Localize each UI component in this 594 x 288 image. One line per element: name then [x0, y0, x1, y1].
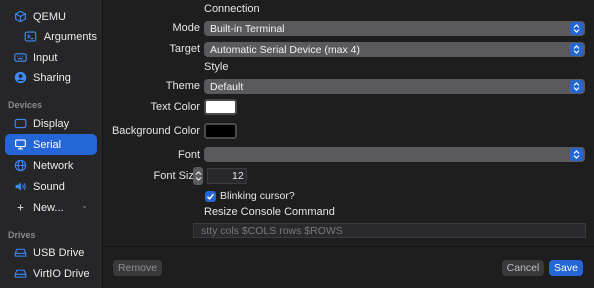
- display-icon: [12, 117, 28, 130]
- serial-settings-panel: Connection Mode Built-in Terminal Target…: [104, 0, 594, 288]
- sidebar-item-label: Sound: [33, 180, 65, 193]
- target-popup[interactable]: Automatic Serial Device (max 4): [204, 42, 585, 57]
- font-size-field[interactable]: 12: [207, 168, 247, 184]
- remove-button[interactable]: Remove: [113, 260, 162, 276]
- sidebar-item-sound[interactable]: Sound: [5, 176, 97, 197]
- sidebar: QEMU Arguments Input Sharing Devices Dis…: [0, 0, 103, 288]
- network-icon: [12, 159, 28, 172]
- text-color-well[interactable]: [204, 99, 237, 115]
- sidebar-item-label: VirtIO Drive: [33, 267, 90, 280]
- drives-section-header: Drives: [8, 230, 36, 240]
- blinking-cursor-checkbox[interactable]: [205, 191, 216, 202]
- sidebar-item-usb-drive[interactable]: USB Drive: [5, 242, 97, 263]
- mode-popup[interactable]: Built-in Terminal: [204, 21, 585, 36]
- chevron-down-icon: ⌄: [81, 201, 88, 210]
- theme-label: Theme: [165, 80, 200, 92]
- theme-popup[interactable]: Default: [204, 79, 585, 94]
- text-color-label: Text Color: [150, 101, 200, 113]
- sidebar-item-network[interactable]: Network: [5, 155, 97, 176]
- sidebar-item-label: QEMU: [33, 10, 66, 23]
- target-label: Target: [169, 43, 200, 55]
- theme-value: Default: [210, 80, 244, 93]
- person-circle-icon: [12, 71, 28, 84]
- mode-value: Built-in Terminal: [210, 22, 285, 35]
- chevron-updown-icon: [570, 22, 583, 35]
- sidebar-item-display[interactable]: Display: [5, 113, 97, 134]
- resize-command-placeholder: stty cols $COLS rows $ROWS: [201, 224, 343, 237]
- resize-console-header: Resize Console Command: [204, 206, 335, 218]
- footer-divider: [104, 246, 594, 247]
- sidebar-item-label: Input: [33, 51, 58, 64]
- desktop-icon: [12, 138, 28, 151]
- sidebar-item-qemu[interactable]: QEMU: [5, 6, 97, 27]
- sidebar-item-label: Display: [33, 117, 70, 130]
- sidebar-item-label: Network: [33, 159, 74, 172]
- background-color-label: Background Color: [111, 125, 200, 137]
- sidebar-item-virtio-drive[interactable]: VirtIO Drive: [5, 263, 97, 284]
- chevron-updown-icon: [570, 148, 583, 161]
- mode-label: Mode: [172, 22, 200, 34]
- target-value: Automatic Serial Device (max 4): [210, 43, 360, 56]
- sidebar-item-new-device[interactable]: New... ⌄: [5, 197, 97, 218]
- sidebar-item-input[interactable]: Input: [5, 47, 97, 68]
- cube-icon: [12, 10, 28, 23]
- sidebar-item-label: Arguments: [43, 30, 97, 43]
- sidebar-item-label: Serial: [33, 138, 62, 151]
- style-section-header: Style: [204, 61, 229, 73]
- sidebar-item-label: Sharing: [33, 71, 71, 84]
- font-label: Font: [177, 149, 200, 161]
- cancel-button[interactable]: Cancel: [502, 260, 544, 276]
- sidebar-item-label: New...: [33, 201, 64, 214]
- chevron-updown-icon: [570, 43, 583, 56]
- chevron-updown-icon: [570, 80, 583, 93]
- speaker-icon: [12, 180, 28, 193]
- connection-section-header: Connection: [204, 3, 260, 15]
- font-popup[interactable]: [204, 147, 585, 162]
- save-button[interactable]: Save: [549, 260, 583, 276]
- background-color-well[interactable]: [204, 123, 237, 139]
- font-size-stepper[interactable]: [193, 167, 203, 185]
- resize-command-input[interactable]: stty cols $COLS rows $ROWS: [193, 223, 586, 238]
- drive-icon: [12, 246, 28, 259]
- devices-section-header: Devices: [8, 100, 43, 110]
- terminal-icon: [23, 30, 39, 43]
- drive-icon: [12, 267, 28, 280]
- sidebar-item-arguments[interactable]: Arguments: [5, 26, 97, 47]
- plus-icon: [12, 201, 28, 214]
- sidebar-item-sharing[interactable]: Sharing: [5, 67, 97, 88]
- keyboard-icon: [12, 51, 28, 64]
- sidebar-item-label: USB Drive: [33, 246, 85, 259]
- sidebar-item-serial[interactable]: Serial: [5, 134, 97, 155]
- blinking-cursor-label: Blinking cursor?: [220, 190, 295, 202]
